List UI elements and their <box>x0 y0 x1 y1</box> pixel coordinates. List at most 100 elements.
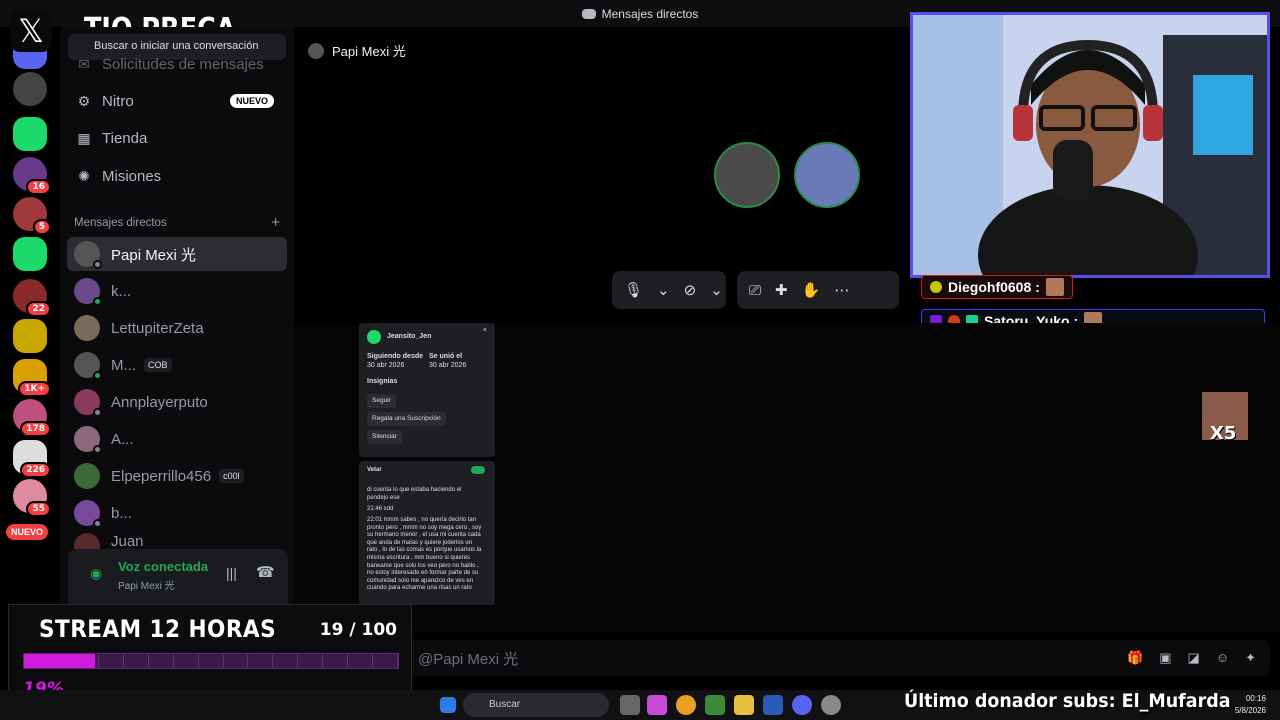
screen: { "window": { "title": "Mensajes directo… <box>0 0 1280 720</box>
dm-item[interactable]: Annplayerputo <box>67 385 287 419</box>
server-icon[interactable]: 55 <box>13 479 51 517</box>
server-badge: 55 <box>26 501 51 517</box>
windows-start-icon[interactable] <box>440 697 456 713</box>
dm-item[interactable]: Juan <box>67 533 287 549</box>
server-icon[interactable]: 226 <box>13 440 51 478</box>
avatar <box>74 315 100 341</box>
avatar <box>74 241 102 269</box>
copilot-icon[interactable] <box>647 695 667 715</box>
dm-item[interactable]: A... <box>67 422 287 456</box>
ban-label: Vetar <box>367 467 382 473</box>
progress-segment <box>224 654 249 668</box>
status-dot <box>93 371 102 380</box>
system-clock[interactable]: 00:16 5/8/2026 <box>1235 693 1266 717</box>
dm-item[interactable]: Papi Mexi 光 <box>67 237 287 271</box>
card-joined-label: Se unió el <box>429 353 463 360</box>
progress-segment <box>348 654 374 668</box>
more-icon[interactable]: ⋯ <box>834 281 849 299</box>
card-following-date: 30 abr 2026 <box>367 362 405 369</box>
chrome-icon[interactable] <box>676 695 696 715</box>
new-badge[interactable]: NUEVO <box>6 524 49 540</box>
progress-segment <box>323 654 349 668</box>
camera-off-icon[interactable]: ⊘ <box>684 281 697 299</box>
disconnect-icon[interactable]: ☎ <box>256 563 275 581</box>
card-following-label: Siguiendo desde <box>367 353 424 360</box>
emoji-icon[interactable]: ☺ <box>1216 650 1229 666</box>
minecraft-icon[interactable] <box>705 695 725 715</box>
dm-item[interactable]: Elpeperrillo456 c00l <box>67 459 287 493</box>
signal-icon: ◉ <box>90 565 103 581</box>
message-composer[interactable]: @Papi Mexi 光 🎁 ▣ ◪ ☺ ✦ <box>404 640 1270 676</box>
dm-name: Juan <box>111 533 144 549</box>
server-badge: 178 <box>20 421 51 437</box>
badge-icon <box>930 281 942 293</box>
dm-item[interactable]: M... COB <box>67 348 287 382</box>
server-icon[interactable] <box>13 72 47 106</box>
add-dm-button[interactable]: + <box>271 214 280 231</box>
microphone-icon[interactable]: 🎙 <box>624 281 643 299</box>
gif-icon[interactable]: ▣ <box>1159 650 1171 666</box>
status-dot <box>93 260 102 269</box>
store-icon[interactable] <box>763 695 783 715</box>
stream-progress-fill <box>24 654 96 668</box>
progress-segment <box>99 654 124 668</box>
call-actions: ⎚ ✚ ✋ ⋯ <box>737 271 899 309</box>
message-list: Jeansito_Jen × Siguiendo desde 30 abr 20… <box>294 323 1280 631</box>
dm-name: LettupiterZeta <box>111 319 204 337</box>
server-icon[interactable]: 1K+ <box>13 359 51 397</box>
dm-item[interactable]: LettupiterZeta <box>67 311 287 345</box>
call-area: Papi Mexi 光 🎙 ⌄ ⊘ ⌄ ⎚ ✚ ✋ ⋯ <box>294 27 910 323</box>
server-icon[interactable]: 16 <box>13 157 51 195</box>
participant-tile[interactable] <box>714 142 780 208</box>
chevron-down-icon[interactable]: ⌄ <box>657 281 670 299</box>
kick-server-icon[interactable] <box>13 117 47 151</box>
server-rail: 16 5 22 1K+ 178 226 55 NUEVO <box>0 27 60 690</box>
composer-placeholder: @Papi Mexi 光 <box>418 650 519 668</box>
dm-item[interactable]: k... <box>67 274 287 308</box>
nav-message-requests[interactable]: ✉ Solicitudes de mensajes <box>68 47 286 81</box>
last-donor: Último donador subs: El_Mufarda <box>904 690 1231 712</box>
taskbar-search[interactable]: Buscar <box>463 693 609 717</box>
progress-segment <box>273 654 299 668</box>
dm-name: k... <box>111 282 132 300</box>
dm-item[interactable]: b... <box>67 496 287 530</box>
discord-taskbar-icon[interactable] <box>792 695 812 715</box>
apps-icon[interactable]: ✦ <box>1245 650 1256 666</box>
activities-icon[interactable]: ✚ <box>775 281 788 299</box>
server-icon[interactable] <box>13 237 47 271</box>
nav-shop[interactable]: ▦ Tienda <box>68 121 286 155</box>
folder-icon[interactable] <box>734 695 754 715</box>
dm-name: Elpeperrillo456 <box>111 467 212 485</box>
card-gift: Regala una Suscripción <box>367 412 446 426</box>
x-logo-icon: 𝕏 <box>10 10 52 52</box>
server-icon[interactable]: 178 <box>13 399 51 437</box>
voice-panel: ◉ Voz conectada Papi Mexi 光 ||| ☎ <box>68 549 288 605</box>
composer-tools: 🎁 ▣ ◪ ☺ ✦ <box>1127 650 1270 666</box>
chevron-down-icon[interactable]: ⌄ <box>710 281 723 299</box>
webcam-image <box>913 15 1267 275</box>
sticker-icon[interactable]: ◪ <box>1188 650 1200 666</box>
server-icon[interactable]: 22 <box>13 279 51 317</box>
close-icon: × <box>482 327 487 334</box>
mail-icon: ✉ <box>78 56 90 72</box>
nav-nitro[interactable]: ⚙ Nitro NUEVO <box>68 84 286 118</box>
window-title: Mensajes directos <box>601 6 699 21</box>
nav-quests[interactable]: ✺ Misiones <box>68 159 286 193</box>
server-icon[interactable]: 5 <box>13 197 51 235</box>
card-follow: Seguir <box>367 394 396 408</box>
soundboard-icon[interactable]: ||| <box>226 565 237 581</box>
nitro-icon: ⚙ <box>77 93 91 109</box>
task-view-icon[interactable] <box>620 695 640 715</box>
voice-channel[interactable]: Papi Mexi 光 <box>118 577 175 592</box>
dm-header: Mensajes directos + <box>74 214 280 231</box>
soundboard-icon[interactable]: ✋ <box>802 281 821 299</box>
screen-share-icon[interactable]: ⎚ <box>749 282 761 299</box>
gift-icon[interactable]: 🎁 <box>1127 650 1143 666</box>
server-icon[interactable] <box>13 319 47 353</box>
clan-tag: COB <box>144 358 172 372</box>
progress-segment <box>199 654 224 668</box>
dm-name: Annplayerputo <box>111 393 208 411</box>
participant-tile[interactable] <box>794 142 860 208</box>
avatar <box>308 42 324 59</box>
obs-icon[interactable] <box>821 695 841 715</box>
